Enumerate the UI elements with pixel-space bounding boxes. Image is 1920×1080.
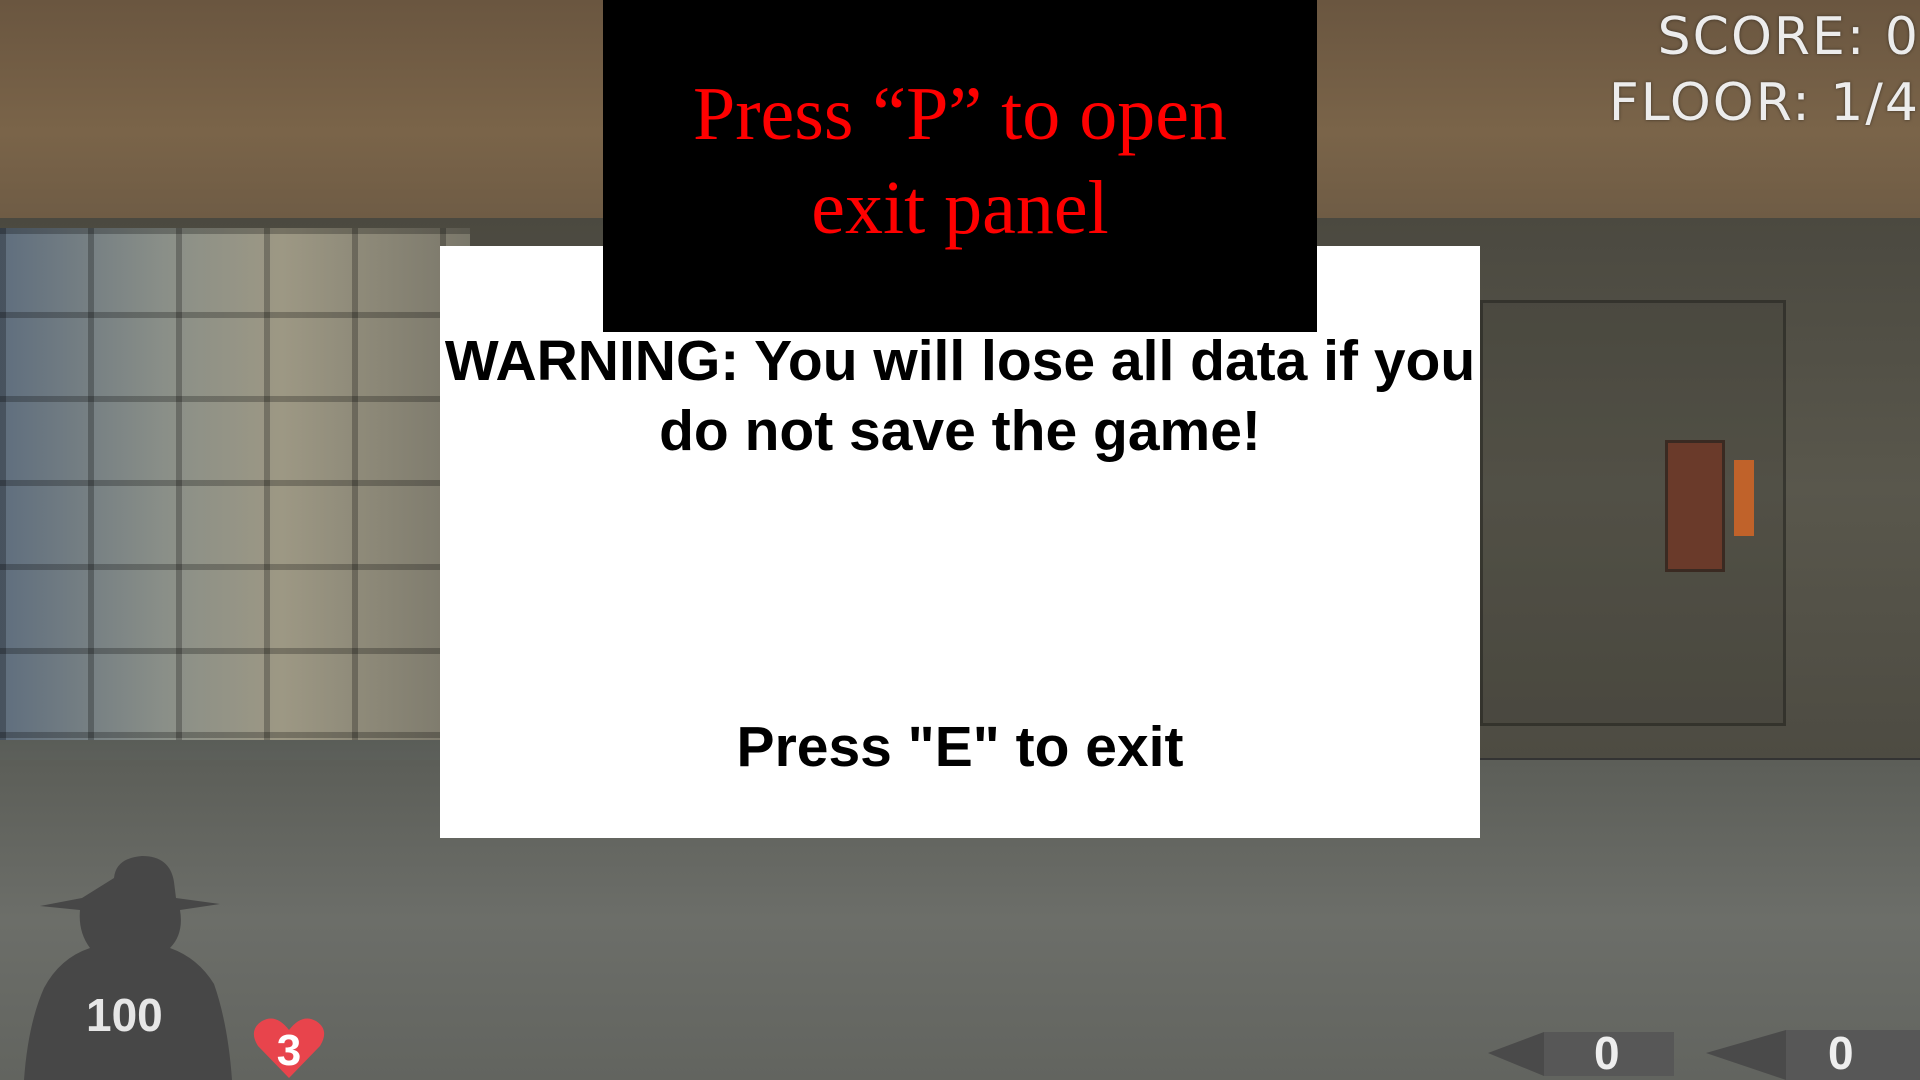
player-silhouette-icon <box>24 856 232 1080</box>
bullet-icon <box>1706 1030 1920 1080</box>
stone-wall <box>0 228 470 748</box>
score-display: SCORE: 0 <box>1657 7 1920 67</box>
floor-display: FLOOR: 1/4 <box>1608 73 1920 133</box>
wall-sign <box>1734 460 1754 536</box>
bullet-icon <box>1488 1032 1674 1076</box>
ammo-primary: 0 <box>1488 1026 1678 1080</box>
hint-box: Press “P” to open exit panel <box>603 0 1317 332</box>
exit-panel: WARNING: You will lose all data if you d… <box>440 246 1480 838</box>
hud-stats: SCORE: 0 FLOOR: 1/4 <box>1609 4 1920 136</box>
health-value: 100 <box>86 989 163 1041</box>
ammo-secondary: 0 <box>1706 1026 1920 1080</box>
ammo-primary-value: 0 <box>1594 1027 1620 1079</box>
wall-door <box>1665 440 1725 572</box>
hint-message: Press “P” to open exit panel <box>692 72 1228 250</box>
warning-message: WARNING: You will lose all data if you d… <box>444 329 1476 463</box>
ammo-secondary-value: 0 <box>1828 1027 1854 1079</box>
lives-value: 3 <box>276 1026 302 1075</box>
exit-prompt: Press "E" to exit <box>736 715 1184 779</box>
